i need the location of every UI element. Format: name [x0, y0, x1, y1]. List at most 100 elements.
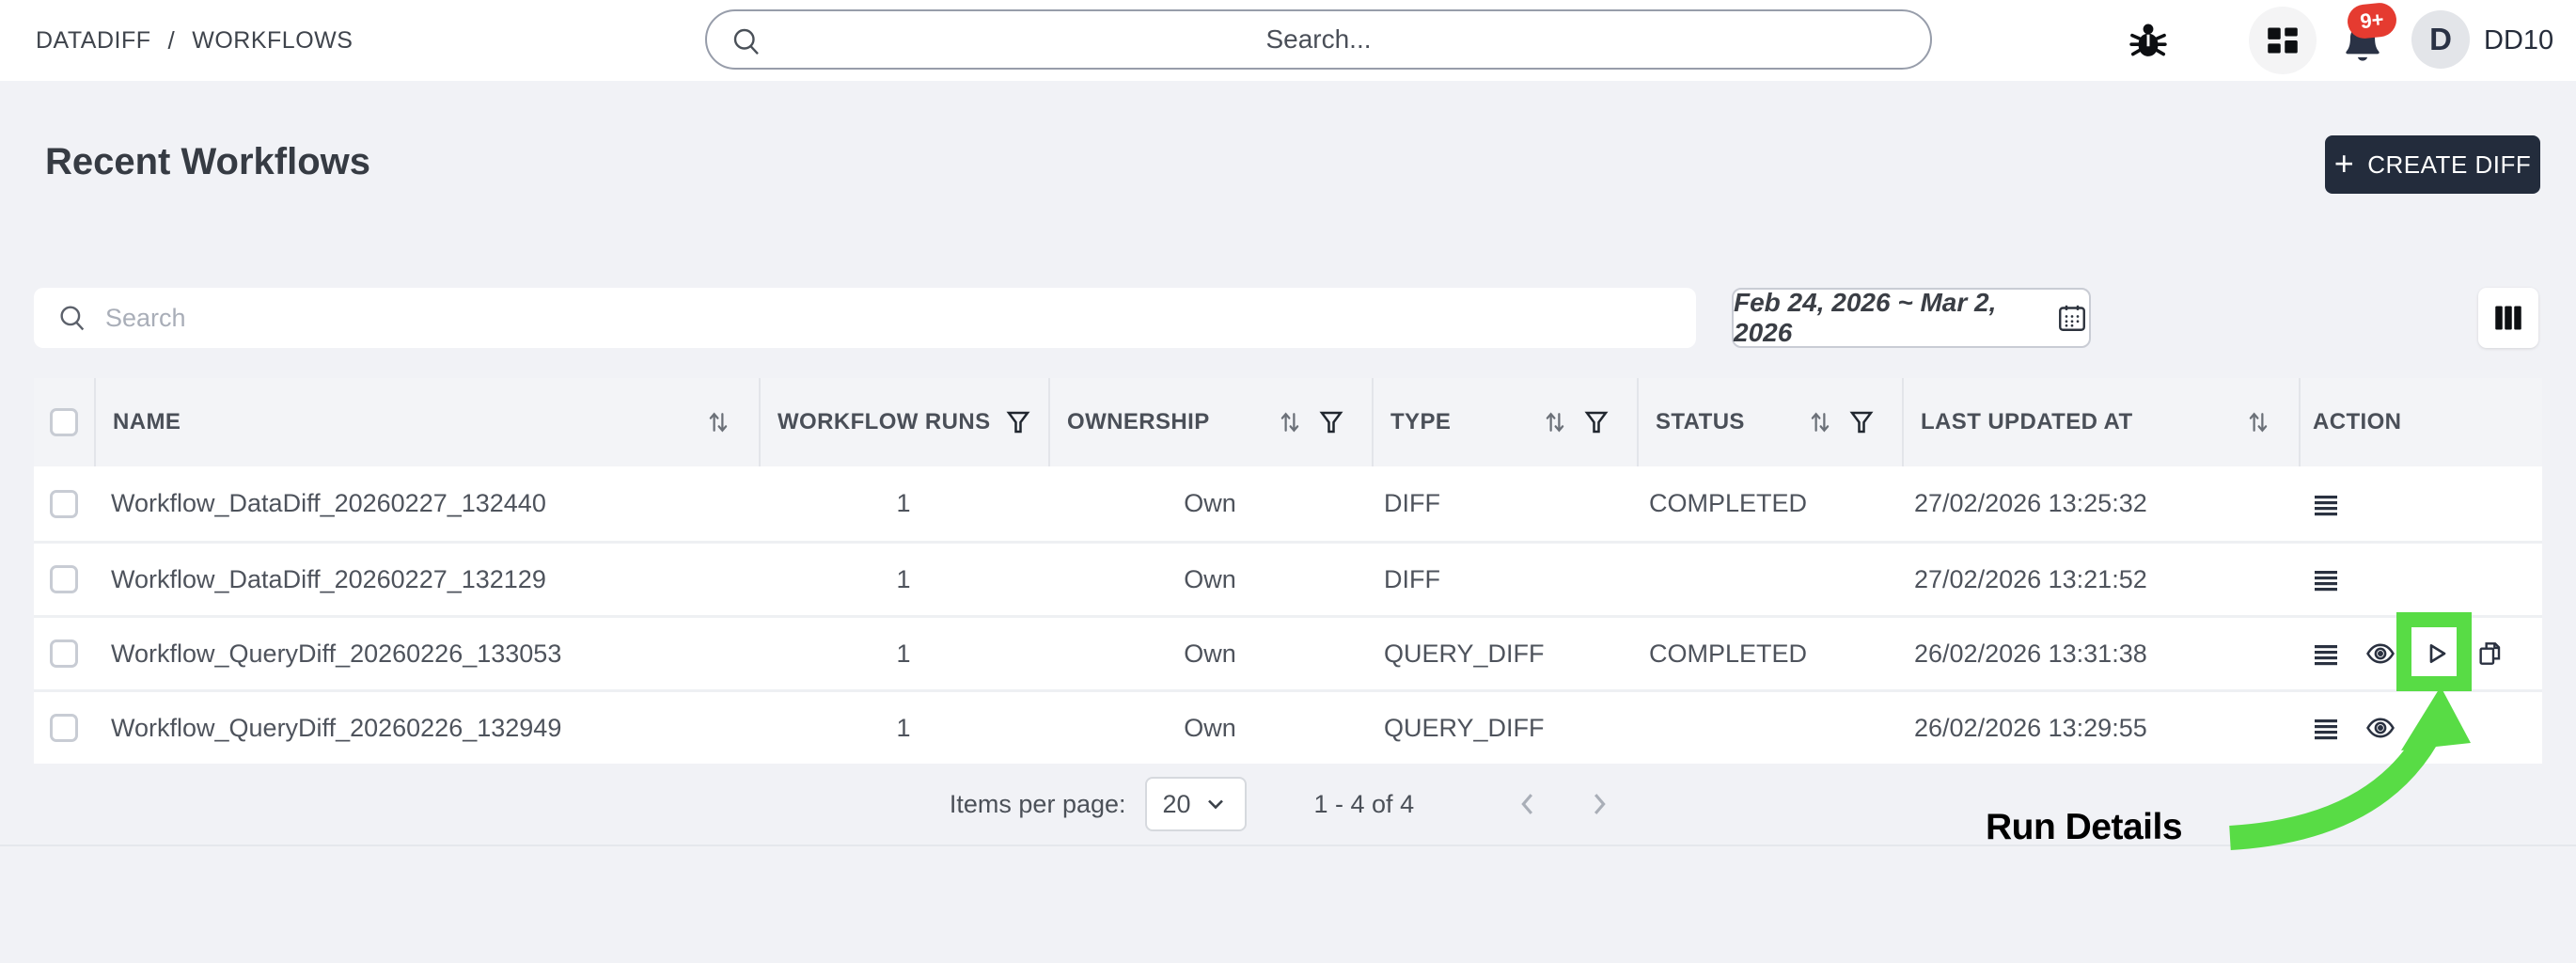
type: DIFF	[1372, 489, 1637, 518]
sort-icon[interactable]	[704, 408, 732, 436]
eye-icon	[2364, 638, 2396, 670]
top-bar: DATADIFF / WORKFLOWS	[0, 0, 2576, 81]
header-action: ACTION	[2299, 378, 2542, 466]
header-workflow-runs[interactable]: WORKFLOW RUNS	[759, 378, 1048, 466]
user-id-label[interactable]: DD10	[2484, 0, 2553, 81]
status: COMPLETED	[1637, 639, 1902, 669]
header-name[interactable]: NAME	[94, 378, 759, 466]
workflow-name: Workflow_DataDiff_20260227_132440	[94, 489, 759, 518]
table-row[interactable]: Workflow_QueryDiff_20260226_1330531OwnQU…	[34, 615, 2542, 689]
breadcrumb-section[interactable]: WORKFLOWS	[192, 27, 353, 55]
menu-icon	[2311, 639, 2341, 669]
sort-icon[interactable]	[1276, 408, 1304, 436]
workflow-runs: 1	[759, 489, 1048, 518]
ownership: Own	[1048, 714, 1372, 743]
last-updated-at: 26/02/2026 13:29:55	[1902, 714, 2299, 743]
eye-icon	[2364, 712, 2396, 744]
calendar-icon	[2055, 301, 2089, 335]
run-list-button[interactable]	[2310, 563, 2342, 595]
table-header-row: NAME WORKFLOW RUNS OWNERSHIP TYPE	[34, 378, 2542, 466]
date-range-value: Feb 24, 2026 ~ Mar 2, 2026	[1734, 288, 2042, 348]
filter-icon[interactable]	[1317, 408, 1345, 436]
filter-icon[interactable]	[1582, 408, 1610, 436]
header-type[interactable]: TYPE	[1372, 378, 1637, 466]
menu-icon	[2311, 489, 2341, 519]
table-row[interactable]: Workflow_DataDiff_20260227_1324401OwnDIF…	[34, 466, 2542, 541]
select-all-checkbox[interactable]	[50, 408, 78, 436]
items-per-page-value: 20	[1162, 790, 1190, 819]
workflow-runs: 1	[759, 639, 1048, 669]
table-search-input[interactable]	[105, 304, 1673, 333]
ownership: Own	[1048, 639, 1372, 669]
header-status[interactable]: STATUS	[1637, 378, 1902, 466]
run-list-button[interactable]	[2310, 488, 2342, 520]
table-row[interactable]: Workflow_DataDiff_20260227_1321291OwnDIF…	[34, 541, 2542, 615]
header-type-label: TYPE	[1390, 409, 1451, 435]
action-cell	[2299, 712, 2542, 744]
sort-icon[interactable]	[2244, 408, 2272, 436]
plus-icon: +	[2334, 147, 2355, 181]
items-per-page-label: Items per page:	[950, 790, 1126, 819]
status: COMPLETED	[1637, 489, 1902, 518]
workflows-table: NAME WORKFLOW RUNS OWNERSHIP TYPE	[34, 378, 2542, 764]
header-last-updated[interactable]: LAST UPDATED AT	[1902, 378, 2299, 466]
global-search[interactable]	[705, 9, 1932, 70]
create-diff-label: CREATE DIFF	[2367, 150, 2531, 180]
global-search-input[interactable]	[707, 24, 1930, 55]
header-ownership[interactable]: OWNERSHIP	[1048, 378, 1372, 466]
search-icon	[56, 302, 88, 334]
page-title: Recent Workflows	[45, 141, 370, 183]
header-action-label: ACTION	[2313, 409, 2401, 435]
sort-icon[interactable]	[1541, 408, 1569, 436]
filter-icon[interactable]	[1847, 408, 1876, 436]
action-cell	[2299, 563, 2542, 595]
apps-menu-button[interactable]	[2249, 7, 2317, 74]
row-select-cell	[34, 714, 94, 742]
breadcrumb-app[interactable]: DATADIFF	[36, 27, 151, 55]
row-checkbox[interactable]	[50, 639, 78, 668]
run-list-button[interactable]	[2310, 638, 2342, 670]
next-page-button[interactable]	[1570, 776, 1626, 832]
type: QUERY_DIFF	[1372, 714, 1637, 743]
action-cell	[2299, 488, 2542, 520]
view-button[interactable]	[2364, 638, 2396, 670]
table-row[interactable]: Workflow_QueryDiff_20260226_1329491OwnQU…	[34, 689, 2542, 764]
header-last-updated-label: LAST UPDATED AT	[1921, 409, 2133, 435]
table-body: Workflow_DataDiff_20260227_1324401OwnDIF…	[34, 466, 2542, 764]
run-list-button[interactable]	[2310, 712, 2342, 744]
create-diff-button[interactable]: + CREATE DIFF	[2325, 135, 2540, 194]
view-button[interactable]	[2364, 712, 2396, 744]
copy-button[interactable]	[2474, 638, 2505, 670]
row-checkbox[interactable]	[50, 714, 78, 742]
row-checkbox[interactable]	[50, 565, 78, 593]
type: QUERY_DIFF	[1372, 639, 1637, 669]
previous-page-button[interactable]	[1500, 776, 1557, 832]
table-search[interactable]	[34, 288, 1696, 348]
pagination-range-label: 1 - 4 of 4	[1314, 790, 1415, 819]
workflow-runs: 1	[759, 714, 1048, 743]
copy-icon	[2474, 639, 2505, 669]
header-name-label: NAME	[113, 409, 181, 435]
menu-icon	[2311, 713, 2341, 743]
type: DIFF	[1372, 565, 1637, 594]
last-updated-at: 27/02/2026 13:21:52	[1902, 565, 2299, 594]
header-workflow-runs-label: WORKFLOW RUNS	[778, 409, 991, 435]
user-avatar[interactable]: D	[2411, 10, 2470, 69]
items-per-page-select[interactable]: 20	[1145, 777, 1247, 831]
run-details-button[interactable]	[2419, 638, 2451, 670]
filter-icon[interactable]	[1004, 408, 1032, 436]
column-settings-button[interactable]	[2478, 288, 2538, 348]
chevron-down-icon	[1202, 791, 1229, 817]
row-checkbox[interactable]	[50, 490, 78, 518]
row-select-cell	[34, 490, 94, 518]
bug-report-button[interactable]	[2123, 15, 2174, 66]
ownership: Own	[1048, 565, 1372, 594]
date-range-picker[interactable]: Feb 24, 2026 ~ Mar 2, 2026	[1732, 288, 2091, 348]
header-status-label: STATUS	[1656, 409, 1745, 435]
workflow-name: Workflow_QueryDiff_20260226_133053	[94, 639, 759, 669]
breadcrumb: DATADIFF / WORKFLOWS	[36, 0, 353, 81]
last-updated-at: 27/02/2026 13:25:32	[1902, 489, 2299, 518]
header-ownership-label: OWNERSHIP	[1067, 409, 1210, 435]
sort-icon[interactable]	[1806, 408, 1834, 436]
bug-icon	[2125, 17, 2172, 64]
